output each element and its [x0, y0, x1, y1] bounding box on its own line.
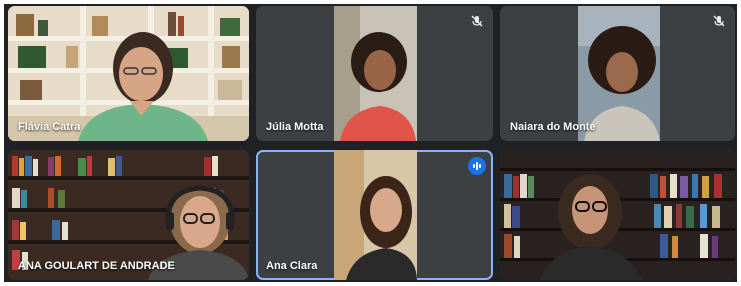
participant-tile-ana-goulart[interactable]: ANA GOULART DE ANDRADE [8, 150, 249, 280]
participant-name: ANA GOULART DE ANDRADE [18, 260, 175, 272]
participant-video [334, 150, 417, 280]
participant-tile-flavia[interactable]: Flávia Catra [8, 6, 249, 141]
participant-tile-naiara[interactable]: Naiara do Monte [500, 6, 735, 141]
participant-tile-unnamed[interactable] [500, 150, 735, 280]
participant-name: Júlia Motta [266, 121, 324, 133]
participant-tile-julia[interactable]: Júlia Motta [256, 6, 493, 141]
participant-name: Flávia Catra [18, 121, 81, 133]
mic-off-icon [471, 15, 483, 27]
participant-video [334, 6, 417, 141]
mic-off-icon [713, 15, 725, 27]
participant-tile-ana-clara[interactable]: Ana Clara [256, 150, 493, 280]
participant-name: Naiara do Monte [510, 121, 596, 133]
audio-level-icon [468, 157, 486, 175]
video-call-grid: Flávia Catra Júlia Motta Naiara do Monte… [4, 4, 737, 282]
bookshelf-background [500, 150, 735, 280]
participant-name: Ana Clara [266, 260, 318, 272]
